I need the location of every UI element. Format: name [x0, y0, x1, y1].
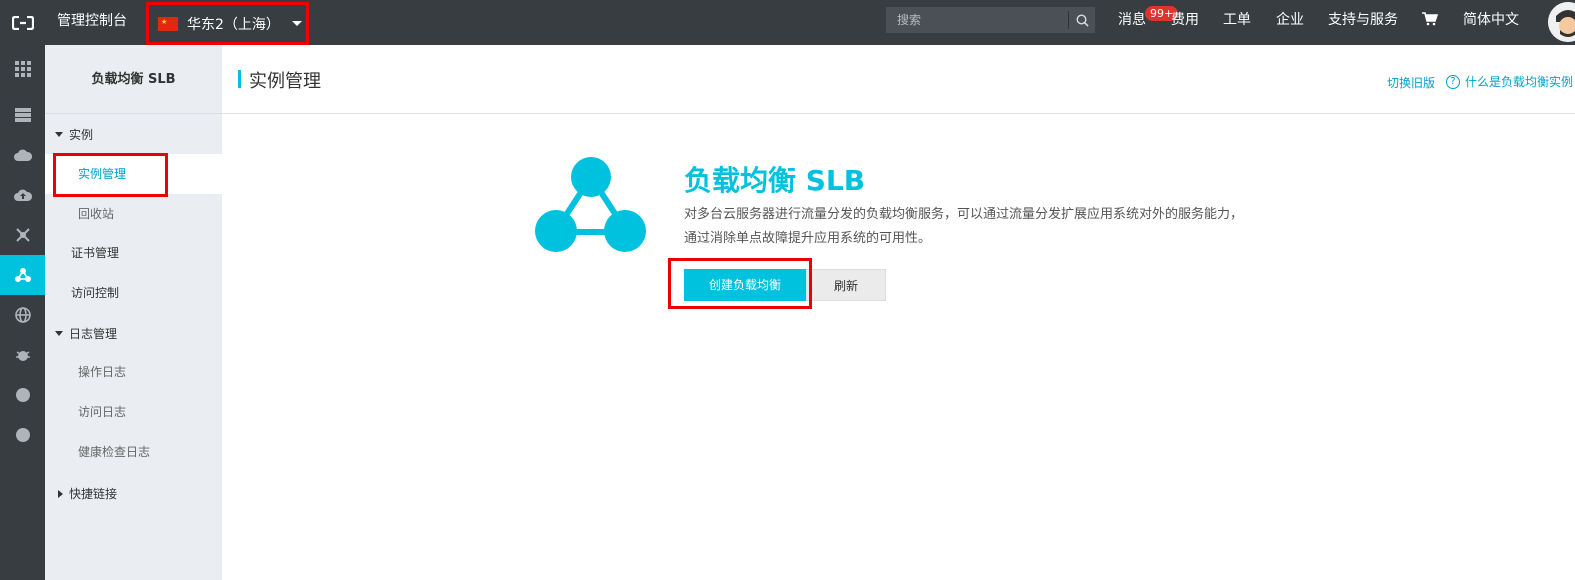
help-link[interactable]: ? 什么是负载均衡实例: [1446, 73, 1573, 90]
question-circle-icon: ?: [1446, 74, 1460, 89]
page-header: 实例管理 切换旧版 ? 什么是负载均衡实例: [222, 45, 1575, 114]
nav-messages[interactable]: 消息: [1118, 0, 1146, 40]
sidebar-item-recycle-bin[interactable]: 回收站: [45, 194, 222, 234]
sidebar-group-label: 日志管理: [69, 327, 118, 341]
sidebar-item-access-control[interactable]: 访问控制: [45, 273, 222, 313]
slb-icon[interactable]: [0, 255, 45, 295]
server-icon[interactable]: [0, 95, 45, 135]
sidebar-item-instance-management[interactable]: 实例管理: [45, 154, 222, 194]
sidebar-item-access-logs[interactable]: 访问日志: [45, 392, 222, 432]
triangle-down-icon: [55, 331, 63, 336]
product-description: 对多台云服务器进行流量分发的负载均衡服务，可以通过流量分发扩展应用系统对外的服务…: [684, 207, 1244, 246]
slb-illustration-icon: [535, 157, 647, 256]
icon-rail: [0, 45, 45, 580]
region-selector[interactable]: ★ 华东2（上海）: [146, 2, 309, 45]
page-title: 实例管理: [249, 71, 321, 92]
console-title[interactable]: 管理控制台: [57, 0, 127, 42]
nav-tickets[interactable]: 工单: [1223, 0, 1251, 40]
sidebar-item-health-check-logs[interactable]: 健康检查日志: [45, 432, 222, 472]
sidebar-group-logs[interactable]: 日志管理: [55, 325, 117, 342]
sidebar-group-instances[interactable]: 实例: [55, 126, 93, 143]
region-label: 华东2（上海）: [187, 16, 280, 33]
product-sidebar: 负载均衡 SLB 实例 实例管理 回收站 证书管理 访问控制 日志管理 操作日志…: [45, 45, 222, 580]
bug-icon[interactable]: [0, 335, 45, 375]
dot-icon[interactable]: [0, 375, 45, 415]
grid-icon[interactable]: [0, 49, 45, 89]
network-icon[interactable]: [0, 215, 45, 255]
sidebar-group-label: 实例: [69, 128, 94, 142]
top-navbar: 管理控制台 ★ 华东2（上海） 消息 99+ 费用 工单 企业 支持与服务 简体…: [0, 0, 1575, 45]
sidebar-item-operation-logs[interactable]: 操作日志: [45, 352, 222, 392]
nav-language[interactable]: 简体中文: [1463, 0, 1519, 40]
nav-support[interactable]: 支持与服务: [1328, 0, 1398, 40]
cloud-icon[interactable]: [0, 135, 45, 175]
help-link-label: 什么是负载均衡实例: [1465, 75, 1574, 89]
sidebar-item-certificates[interactable]: 证书管理: [45, 233, 222, 273]
avatar[interactable]: [1548, 2, 1575, 42]
dot-icon[interactable]: [0, 415, 45, 455]
triangle-down-icon: [55, 132, 63, 137]
refresh-button[interactable]: 刷新: [806, 269, 886, 301]
chevron-down-icon: [291, 21, 302, 26]
globe-icon[interactable]: [0, 295, 45, 335]
title-accent-bar: [238, 70, 241, 88]
search-input[interactable]: [886, 7, 1068, 33]
create-slb-button[interactable]: 创建负载均衡: [684, 269, 806, 301]
triangle-right-icon: [58, 489, 63, 498]
switch-old-version-link[interactable]: 切换旧版: [1387, 74, 1435, 91]
search-icon[interactable]: [1069, 7, 1095, 33]
main-content: 实例管理 切换旧版 ? 什么是负载均衡实例 负载均衡 SLB 对多台云服务器进行…: [222, 45, 1575, 580]
nav-enterprise[interactable]: 企业: [1276, 0, 1304, 40]
sidebar-title: 负载均衡 SLB: [45, 45, 222, 114]
product-title: 负载均衡 SLB: [684, 164, 866, 197]
sidebar-group-shortcuts[interactable]: 快捷链接: [55, 485, 117, 502]
aliyun-logo-icon[interactable]: [0, 0, 45, 45]
sidebar-group-label: 快捷链接: [69, 487, 118, 501]
cart-icon[interactable]: [1422, 12, 1439, 29]
nav-billing[interactable]: 费用: [1171, 0, 1199, 40]
china-flag-icon: ★: [158, 16, 178, 31]
cloud-upload-icon[interactable]: [0, 175, 45, 215]
search-box: [886, 7, 1095, 33]
